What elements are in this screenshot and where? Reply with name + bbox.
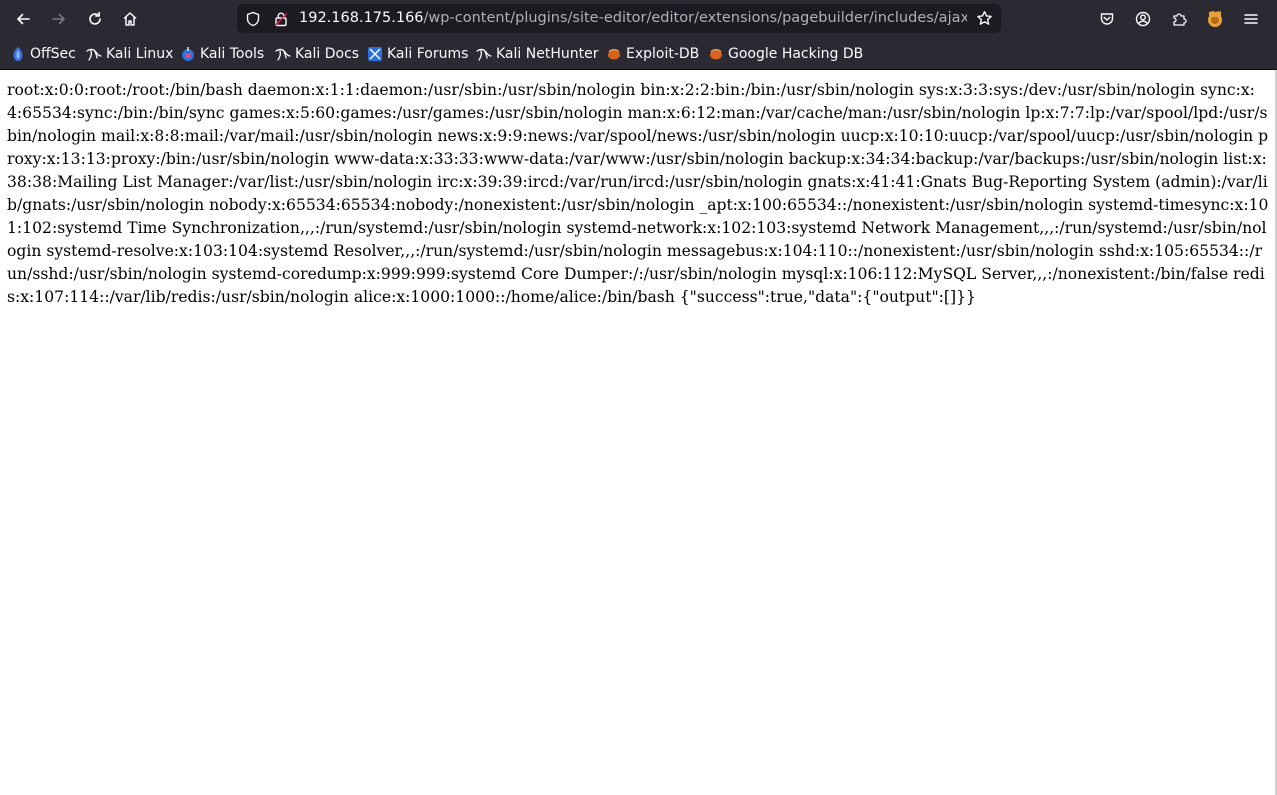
bookmark-kali-linux[interactable]: Kali Linux [86,43,173,65]
kali-dragon-icon [476,48,492,61]
forward-button[interactable] [45,5,73,33]
bookmark-label: Kali NetHunter [496,46,599,62]
offsec-icon [13,47,23,61]
bookmark-label: Google Hacking DB [728,46,864,62]
bookmark-label: Kali Forums [387,46,469,62]
url-text[interactable]: 192.168.175.166/wp-content/plugins/site-… [299,4,967,33]
bookmark-label: Kali Tools [200,46,265,62]
bookmark-kali-tools[interactable]: Kali Tools [180,43,264,65]
back-button[interactable] [9,5,37,33]
tracking-protection-shield-icon[interactable] [245,11,261,27]
kali-dragon-icon [86,48,102,61]
bookmark-google-hacking-db[interactable]: Google Hacking DB [708,43,863,65]
url-path: /wp-content/plugins/site-editor/editor/e… [423,10,967,26]
bookmark-kali-docs[interactable]: Kali Docs [275,43,359,65]
reload-button[interactable] [81,5,109,33]
bookmarks-toolbar: OffSec Kali Linux Kali Tools Kali Docs K… [0,38,1277,70]
burp-extension-button[interactable]: burp [1201,5,1229,33]
pocket-icon [1100,13,1114,25]
pocket-button[interactable] [1093,5,1121,33]
bookmark-label: Kali Docs [295,46,360,62]
exploit-db-icon [710,49,722,60]
kali-tools-icon [182,47,194,61]
page-text-output: root:x:0:0:root:/root:/bin/bash daemon:x… [7,81,1269,306]
bookmark-exploit-db[interactable]: Exploit-DB [606,43,699,65]
bookmark-label: Exploit-DB [626,46,700,62]
bookmark-kali-forums[interactable]: Kali Forums [367,43,468,65]
extensions-button[interactable] [1165,5,1193,33]
home-button[interactable] [116,5,144,33]
kali-dragon-icon [275,48,291,61]
forward-arrow-icon [52,13,65,25]
bookmark-offsec[interactable]: OffSec [10,43,76,65]
account-button[interactable] [1129,5,1157,33]
bookmark-label: OffSec [30,46,76,62]
account-icon [1135,11,1151,27]
navigation-toolbar: 192.168.175.166/wp-content/plugins/site-… [0,0,1277,38]
back-arrow-icon [17,13,30,25]
burp-badge-text: burp [1207,5,1228,15]
reload-icon [89,11,101,25]
insecure-lock-icon[interactable] [273,11,289,27]
browser-chrome: 192.168.175.166/wp-content/plugins/site-… [0,0,1277,70]
hamburger-menu-icon [1244,14,1258,24]
address-bar[interactable]: 192.168.175.166/wp-content/plugins/site-… [237,4,1001,33]
menu-button[interactable] [1237,5,1265,33]
bookmark-kali-nethunter[interactable]: Kali NetHunter [476,43,598,65]
bookmark-star-icon[interactable] [976,10,993,27]
bookmark-label: Kali Linux [106,46,174,62]
puzzle-piece-icon [1173,13,1187,26]
home-icon [123,12,137,26]
url-host: 192.168.175.166 [299,10,424,26]
exploit-db-icon [608,49,620,60]
kali-forums-icon [368,47,382,61]
